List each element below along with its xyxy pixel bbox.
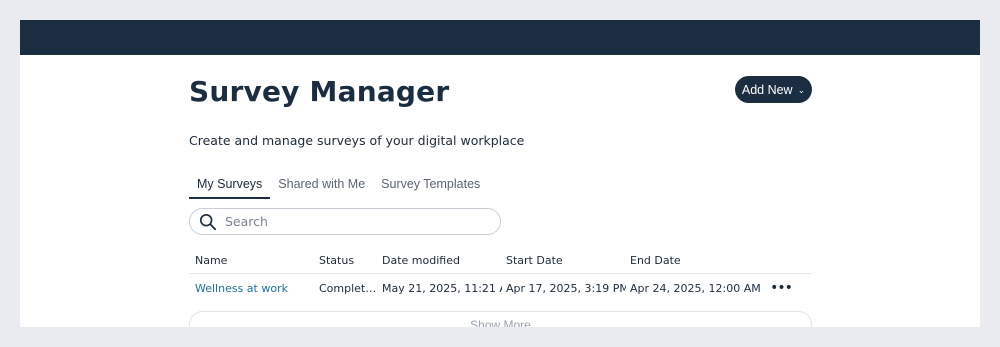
column-header-name[interactable]: Name [195, 247, 313, 273]
app-window: Survey Manager Create and manage surveys… [20, 20, 980, 327]
chevron-down-icon: ⌄ [797, 84, 806, 95]
page-subtitle: Create and manage surveys of your digita… [189, 133, 525, 148]
column-header-end-date[interactable]: End Date [630, 247, 760, 273]
tab-survey-templates[interactable]: Survey Templates [373, 171, 488, 199]
column-header-start-date[interactable]: Start Date [506, 247, 626, 273]
surveys-table: Name Status Date modified Start Date End… [189, 247, 812, 302]
survey-date-modified: May 21, 2025, 11:21 AM [382, 281, 502, 295]
tab-my-surveys[interactable]: My Surveys [189, 171, 271, 199]
show-more-button[interactable]: Show More [189, 311, 812, 327]
survey-end-date: Apr 24, 2025, 12:00 AM [630, 281, 760, 295]
more-actions-icon[interactable]: ••• [769, 274, 793, 302]
survey-name-link[interactable]: Wellness at work [195, 274, 313, 302]
search-input[interactable] [223, 213, 500, 230]
add-new-button[interactable]: Add New ⌄ [735, 76, 812, 103]
tab-shared-with-me[interactable]: Shared with Me [270, 171, 373, 199]
main-content: Survey Manager Create and manage surveys… [189, 55, 812, 327]
table-row: Wellness at work Complet… May 21, 2025, … [189, 274, 812, 302]
search-icon [199, 213, 217, 230]
table-header: Name Status Date modified Start Date End… [189, 247, 812, 274]
survey-status: Complet… [319, 281, 375, 295]
page-title: Survey Manager [189, 75, 450, 108]
column-header-date-modified[interactable]: Date modified [382, 247, 502, 273]
column-header-status[interactable]: Status [319, 247, 375, 273]
top-navigation-bar [20, 20, 980, 55]
survey-start-date: Apr 17, 2025, 3:19 PM [506, 281, 626, 295]
add-new-label: Add New [741, 82, 793, 97]
survey-tabs: My Surveys Shared with Me Survey Templat… [189, 171, 488, 199]
search-box[interactable] [189, 208, 501, 235]
